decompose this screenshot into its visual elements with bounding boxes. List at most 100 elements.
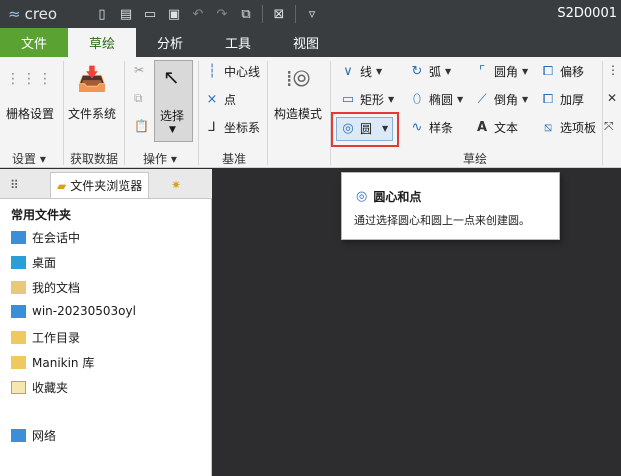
centerline-button[interactable]: ┆ 中心线	[204, 63, 260, 80]
tooltip-description: 通过选择圆心和圆上一点来创建圆。	[354, 214, 530, 227]
copy-button[interactable]: ⧉	[134, 91, 143, 106]
chevron-down-icon: ▼	[445, 67, 452, 76]
ribbon: ⋮⋮⋮ 栅格设置 设置 ▾ 📥 文件系统 获取数据 ✂ ⧉ 📋 ↖ 选择 ▼ 操…	[0, 57, 621, 168]
list-item[interactable]: 桌面	[11, 254, 56, 271]
chamfer-button[interactable]: ⟋ 倒角 ▼	[474, 91, 528, 108]
construction-mode-label: 构造模式	[274, 107, 323, 121]
move-button[interactable]: ⤧	[604, 119, 614, 134]
point-button[interactable]: × 点	[204, 91, 236, 108]
select-button[interactable]: ↖ 选择 ▼	[154, 60, 193, 142]
list-item[interactable]: 工作目录	[11, 329, 80, 346]
coordsys-button[interactable]: ⅃ 坐标系	[204, 119, 260, 136]
customize-icon[interactable]: ▿	[302, 4, 322, 24]
chamfer-label: 倒角	[494, 93, 519, 107]
favorites-icon: ✷	[171, 178, 182, 192]
list-item[interactable]: 网络	[11, 427, 56, 444]
chevron-down-icon: ▼	[522, 95, 529, 104]
grid-icon: ⋮⋮⋮	[6, 71, 54, 87]
list-item[interactable]: win-20230503oyl	[11, 304, 136, 318]
spline-icon: ∿	[411, 120, 423, 135]
ellipse-label: 椭圆	[429, 93, 454, 107]
navigator-tabs: ⠿ ▰ 文件夹浏览器 ✷	[0, 169, 212, 199]
file-system-button[interactable]: 📥 文件系统	[68, 63, 116, 122]
cut-button[interactable]: ✂	[134, 63, 144, 77]
more-button[interactable]: ⋮	[607, 63, 619, 77]
group-label-operations[interactable]: 操作 ▾	[143, 150, 177, 167]
tab-view[interactable]: 视图	[272, 28, 340, 57]
documents-icon	[11, 281, 26, 294]
spline-button[interactable]: ∿ 样条	[409, 119, 453, 136]
text-icon: A	[476, 120, 488, 135]
group-separator	[63, 61, 64, 165]
chamfer-icon: ⟋	[477, 92, 487, 107]
folder-browser-label: 文件夹浏览器	[70, 179, 143, 193]
monitor-icon	[11, 231, 26, 244]
palette-label: 选项板	[560, 121, 597, 135]
ribbon-tabs: 文件 草绘 分析 工具 视图	[0, 28, 621, 57]
circle-highlight-box	[331, 112, 399, 147]
tab-tools[interactable]: 工具	[204, 28, 272, 57]
tab-sketch[interactable]: 草绘	[68, 28, 136, 57]
close-window-icon[interactable]: ⊠	[269, 4, 289, 24]
group-separator	[124, 61, 125, 165]
list-item[interactable]: 我的文档	[11, 279, 80, 296]
cut-icon: ✂	[134, 63, 145, 77]
list-item[interactable]: 在会话中	[11, 229, 80, 246]
delete-segment-button[interactable]: ✕	[607, 91, 617, 105]
paste-icon: 📋	[134, 119, 149, 133]
regenerate-icon[interactable]: ⧉	[236, 4, 256, 24]
tab-favorites[interactable]: ✷	[165, 172, 191, 198]
tab-model-tree[interactable]: ⠿	[4, 172, 29, 198]
chevron-down-icon: ▼	[376, 67, 383, 76]
group-separator	[602, 61, 603, 165]
thicken-icon: ⧠	[542, 92, 554, 107]
group-separator	[267, 61, 268, 165]
library-folder-icon	[11, 356, 26, 369]
chevron-down-icon: ▼	[169, 125, 176, 135]
undo-icon[interactable]: ↶	[188, 4, 208, 24]
text-button[interactable]: A 文本	[474, 119, 518, 136]
ellipse-button[interactable]: ⬯ 椭圆 ▼	[409, 91, 463, 108]
centerline-label: 中心线	[224, 65, 261, 79]
fillet-button[interactable]: ⌜ 圆角 ▼	[474, 63, 528, 80]
thicken-label: 加厚	[560, 93, 585, 107]
move-icon: ⤧	[604, 119, 614, 133]
open-icon[interactable]: ▭	[140, 4, 160, 24]
line-button[interactable]: ∨ 线 ▼	[340, 63, 382, 80]
thicken-button[interactable]: ⧠ 加厚	[540, 91, 584, 108]
logo-text: creo	[24, 5, 58, 23]
group-label-get-data: 获取数据	[70, 152, 119, 166]
offset-button[interactable]: ⧠ 偏移	[540, 63, 584, 80]
creo-logo-icon: ≈	[8, 5, 21, 23]
grid-settings-label: 栅格设置	[6, 107, 55, 121]
construction-mode-icon: ⁞⦾	[285, 66, 311, 92]
grid-settings-button[interactable]: ⋮⋮⋮ 栅格设置	[6, 63, 54, 122]
toolbar-separator	[295, 5, 296, 23]
tab-file[interactable]: 文件	[0, 28, 68, 57]
text-label: 文本	[494, 121, 519, 135]
tab-folder-browser[interactable]: ▰ 文件夹浏览器	[50, 172, 150, 198]
desktop-icon	[11, 256, 26, 269]
coordsys-icon: ⅃	[208, 120, 216, 135]
file-system-label: 文件系统	[68, 107, 117, 121]
redo-icon[interactable]: ↷	[212, 4, 232, 24]
paste-button[interactable]: 📋	[134, 119, 149, 133]
arc-button[interactable]: ↻ 弧 ▼	[409, 63, 452, 80]
title-bar: ≈ creo ▯ ▤ ▭ ▣ ↶ ↷ ⧉ ⊠ ▿ S2D0001	[0, 0, 621, 28]
rectangle-label: 矩形	[360, 93, 385, 107]
list-item[interactable]: Manikin 库	[11, 354, 94, 371]
construction-mode-button[interactable]: ⁞⦾ 构造模式	[274, 63, 322, 122]
save-icon[interactable]: ▣	[164, 4, 184, 24]
network-icon	[11, 429, 26, 442]
cursor-arrow-icon: ↖	[163, 65, 180, 89]
spline-label: 样条	[429, 121, 454, 135]
tab-analysis[interactable]: 分析	[136, 28, 204, 57]
arc-icon: ↻	[411, 64, 423, 79]
palette-button[interactable]: ⧅ 选项板	[540, 119, 596, 136]
new-icon[interactable]: ▯	[92, 4, 112, 24]
rectangle-button[interactable]: ▭ 矩形 ▼	[340, 91, 394, 108]
ellipse-icon: ⬯	[412, 92, 422, 107]
group-label-settings[interactable]: 设置 ▾	[12, 150, 46, 167]
list-item[interactable]: 收藏夹	[11, 379, 68, 396]
print-icon[interactable]: ▤	[116, 4, 136, 24]
